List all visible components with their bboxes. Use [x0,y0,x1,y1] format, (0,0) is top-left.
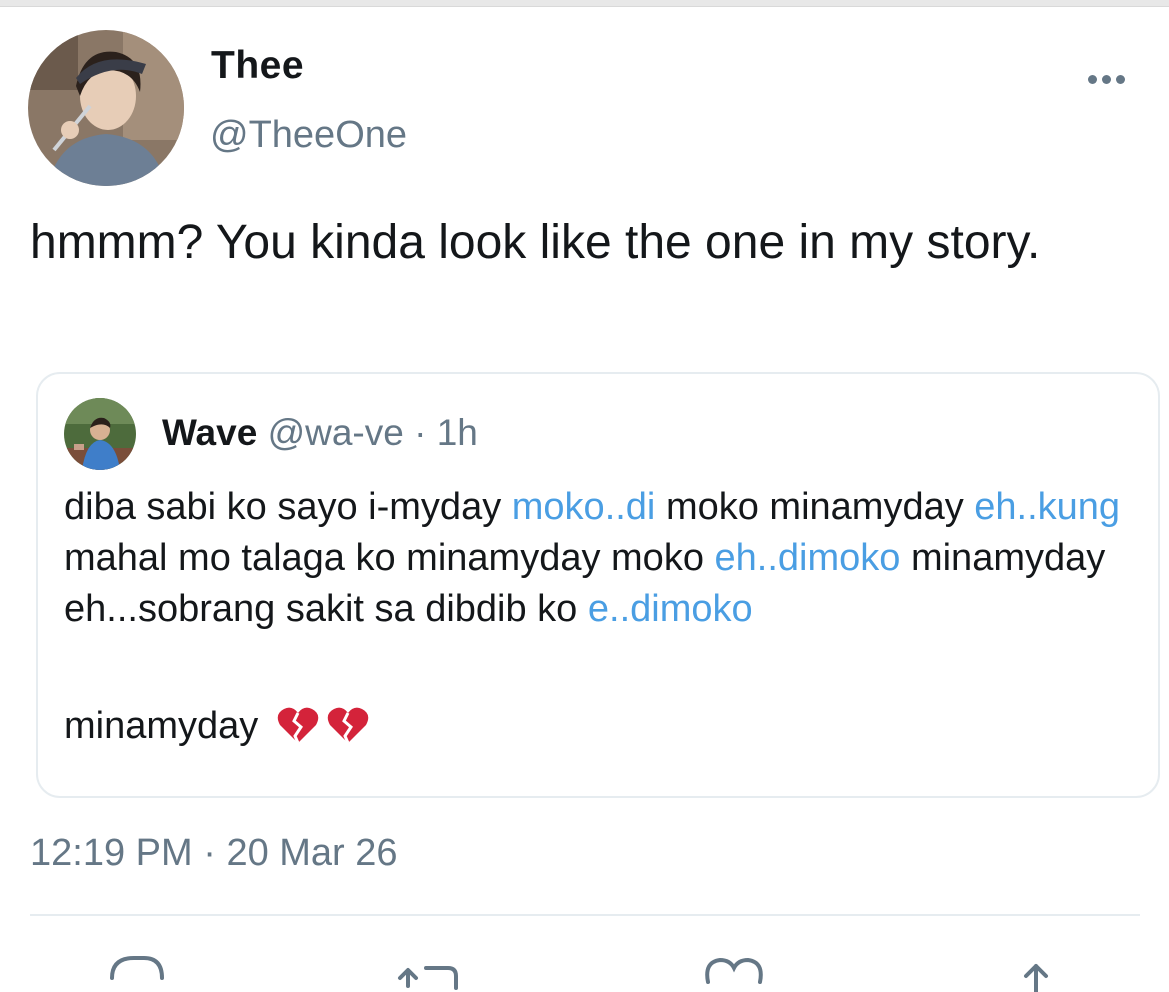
top-divider [0,0,1169,7]
quoted-header: Wave @wa-ve · 1h [162,412,478,454]
timestamp-separator: · [192,832,227,874]
quoted-tweet-card[interactable]: Wave @wa-ve · 1h diba sabi ko sayo i-myd… [36,372,1160,798]
tweet-time: 12:19 PM [30,832,193,874]
quoted-avatar[interactable] [64,398,136,470]
quoted-author-handle[interactable]: @wa-ve [268,412,404,453]
broken-heart-icon [327,706,369,744]
quoted-last-line: minamyday [64,700,369,752]
more-options-icon[interactable] [1080,64,1132,94]
quoted-link[interactable]: eh..dimoko [715,537,901,579]
quoted-link[interactable]: e..dimoko [588,588,753,630]
retweet-icon[interactable] [396,952,466,992]
quoted-last-word: minamyday [64,705,259,747]
reply-icon[interactable] [104,952,174,992]
quoted-text-segment: diba sabi ko sayo i-myday [64,486,512,528]
quoted-age: 1h [436,412,478,453]
quoted-link[interactable]: eh..kung [974,486,1120,528]
tweet-text: hmmm? You kinda look like the one in my … [30,216,1041,269]
tweet-date: 20 Mar 26 [226,832,398,874]
author-name[interactable]: Thee [211,44,304,88]
avatar[interactable] [28,30,184,186]
quoted-text-segment: mahal mo talaga ko minamyday moko [64,537,715,579]
tweet-timestamp[interactable]: 12:19 PM · 20 Mar 26 [30,832,398,875]
quoted-text: diba sabi ko sayo i-myday moko..di moko … [64,482,1144,635]
share-icon[interactable] [1004,952,1074,992]
author-handle[interactable]: @TheeOne [210,114,407,157]
quoted-text-segment: moko minamyday [655,486,975,528]
header-separator: · [403,412,437,453]
quoted-author-name[interactable]: Wave [162,412,257,453]
like-icon[interactable] [702,952,772,992]
broken-heart-icon [277,706,319,744]
quoted-link[interactable]: moko..di [512,486,656,528]
action-divider [30,914,1140,916]
